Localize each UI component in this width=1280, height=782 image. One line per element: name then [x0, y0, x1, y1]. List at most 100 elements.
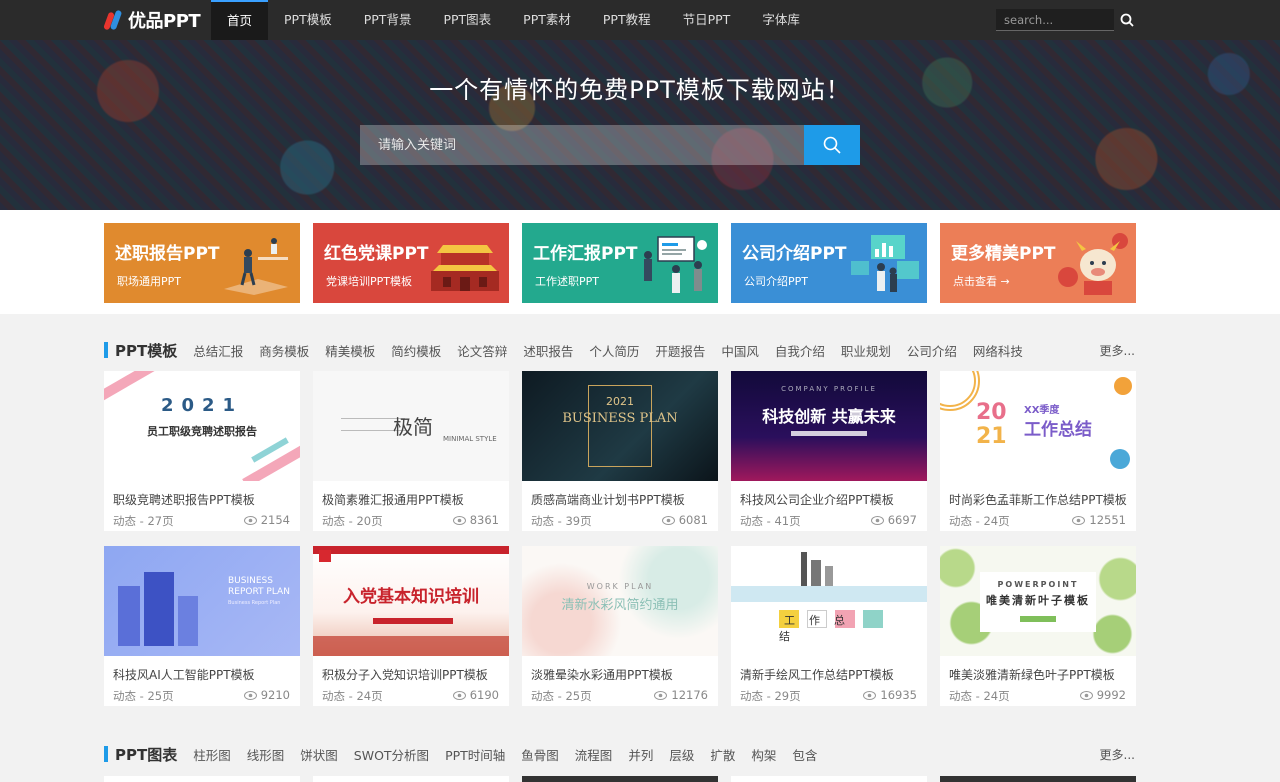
nav-ppt-charts[interactable]: PPT图表: [427, 0, 507, 40]
template-card[interactable]: 2021 BUSINESS PLAN 质感高端商业计划书PPT模板 动态 - 3…: [522, 371, 718, 531]
section-title[interactable]: PPT图表: [115, 744, 177, 765]
logo-icon: [103, 8, 124, 32]
template-card-peek[interactable]: [104, 776, 300, 782]
card-title: 淡雅晕染水彩通用PPT模板: [531, 668, 673, 682]
template-card-peek[interactable]: [313, 776, 509, 782]
views-count: 9210: [260, 688, 290, 702]
banner-title: 更多精美PPT: [951, 244, 1056, 264]
hero-banner: 一个有情怀的免费PPT模板下载网站！: [0, 40, 1280, 210]
tag-exquisite[interactable]: 精美模板: [325, 341, 375, 360]
tag-timeline[interactable]: PPT时间轴: [445, 745, 505, 764]
nav-ppt-backgrounds[interactable]: PPT背景: [348, 0, 428, 40]
views-count: 8361: [469, 513, 499, 527]
eye-icon: [452, 690, 466, 700]
tag-contain[interactable]: 包含: [792, 745, 817, 764]
tag-swot[interactable]: SWOT分析图: [354, 745, 429, 764]
section-title[interactable]: PPT模板: [115, 340, 177, 361]
search-icon[interactable]: [1120, 13, 1134, 27]
card-thumbnail: POWERPOINT 唯美清新叶子模板: [940, 546, 1136, 656]
thumb-heading: 工作总结: [779, 614, 859, 643]
tag-self-intro[interactable]: 自我介绍: [775, 341, 825, 360]
banner-title: 工作汇报PPT: [533, 244, 638, 264]
more-link[interactable]: 更多...: [1100, 342, 1135, 359]
card-views: 16935: [863, 688, 917, 702]
card-thumbnail: BUSINESS REPORT PLAN Business Report Pla…: [104, 546, 300, 656]
tag-business[interactable]: 商务模板: [259, 341, 309, 360]
template-card-peek[interactable]: [731, 776, 927, 782]
card-thumbnail: 极简 MINIMAL STYLE: [313, 371, 509, 481]
template-card[interactable]: 工作总结 清新手绘风工作总结PPT模板 动态 - 29页 16935: [731, 546, 927, 706]
section-ppt-charts-header: PPT图表 柱形图 线形图 饼状图 SWOT分析图 PPT时间轴 鱼骨图 流程图…: [104, 744, 1135, 764]
eye-icon: [661, 515, 675, 525]
hero-title: 一个有情怀的免费PPT模板下载网站！: [429, 76, 851, 104]
banner-work-report[interactable]: 工作汇报PPT 工作述职PPT: [522, 223, 718, 303]
template-card[interactable]: POWERPOINT 唯美清新叶子模板 唯美淡雅清新绿色叶子PPT模板 动态 -…: [940, 546, 1136, 706]
tag-fishbone[interactable]: 鱼骨图: [521, 745, 559, 764]
card-thumbnail: WORK PLAN 清新水彩风简约通用: [522, 546, 718, 656]
card-meta: 动态 - 25页: [531, 689, 592, 703]
card-meta: 动态 - 25页: [113, 689, 174, 703]
thumb-subheading: 2021: [606, 395, 634, 408]
tag-bar-chart[interactable]: 柱形图: [193, 745, 231, 764]
thumb-heading: BUSINESS PLAN: [562, 411, 678, 426]
template-card-peek[interactable]: [522, 776, 718, 782]
hero-search-input[interactable]: [360, 125, 804, 165]
nav-holiday-ppt[interactable]: 节日PPT: [667, 0, 747, 40]
banner-party[interactable]: 红色党课PPT 党课培训PPT模板: [313, 223, 509, 303]
card-title: 时尚彩色孟菲斯工作总结PPT模板: [949, 493, 1127, 507]
tag-tech[interactable]: 网络科技: [973, 341, 1023, 360]
template-card[interactable]: 20 21 XX季度 工作总结 时尚彩色孟菲斯工作总结PPT模板 动态 - 24页…: [940, 371, 1136, 531]
tag-flowchart[interactable]: 流程图: [575, 745, 613, 764]
nav-fonts[interactable]: 字体库: [746, 0, 816, 40]
card-views: 12176: [654, 688, 708, 702]
logo-text: 优品PPT: [128, 11, 201, 32]
nav-ppt-templates[interactable]: PPT模板: [268, 0, 348, 40]
banner-more[interactable]: 更多精美PPT 点击查看 →: [940, 223, 1136, 303]
tag-thesis[interactable]: 论文答辩: [457, 341, 507, 360]
tag-proposal[interactable]: 开题报告: [655, 341, 705, 360]
template-card[interactable]: COMPANY PROFILE 科技创新 共赢未来 科技风公司企业介绍PPT模板…: [731, 371, 927, 531]
tag-parallel[interactable]: 并列: [628, 745, 653, 764]
views-count: 9992: [1096, 688, 1126, 702]
tag-line-chart[interactable]: 线形图: [247, 745, 285, 764]
template-card[interactable]: 2021 员工职级竞聘述职报告 职级竞聘述职报告PPT模板 动态 - 27页 2…: [104, 371, 300, 531]
tag-pie-chart[interactable]: 饼状图: [300, 745, 338, 764]
top-search-input[interactable]: [996, 9, 1114, 31]
banner-subtitle: 党课培训PPT模板: [326, 275, 412, 288]
template-card[interactable]: BUSINESS REPORT PLAN Business Report Pla…: [104, 546, 300, 706]
thumb-subheading: XX季度: [1024, 405, 1060, 416]
hero-search-button[interactable]: [804, 125, 860, 165]
tiananmen-icon: [431, 245, 499, 291]
tag-chinese-style[interactable]: 中国风: [721, 341, 759, 360]
views-count: 12176: [671, 688, 708, 702]
more-link[interactable]: 更多...: [1100, 746, 1135, 763]
tag-resume[interactable]: 个人简历: [589, 341, 639, 360]
card-title: 职级竞聘述职报告PPT模板: [113, 493, 255, 507]
views-count: 12551: [1089, 513, 1126, 527]
tag-hierarchy[interactable]: 层级: [669, 745, 694, 764]
nav-home[interactable]: 首页: [211, 0, 269, 40]
nav-ppt-tutorials[interactable]: PPT教程: [587, 0, 667, 40]
tag-company[interactable]: 公司介绍: [907, 341, 957, 360]
template-card[interactable]: 极简 MINIMAL STYLE 极简素雅汇报通用PPT模板 动态 - 20页 …: [313, 371, 509, 531]
thumb-heading: 唯美清新叶子模板: [986, 594, 1090, 607]
section-accent-bar: [104, 342, 108, 358]
banner-company[interactable]: 公司介绍PPT 公司介绍PPT: [731, 223, 927, 303]
card-thumbnail: 2021 BUSINESS PLAN: [522, 371, 718, 481]
eye-icon: [654, 690, 668, 700]
tag-simple[interactable]: 简约模板: [391, 341, 441, 360]
template-card[interactable]: WORK PLAN 清新水彩风简约通用 淡雅晕染水彩通用PPT模板 动态 - 2…: [522, 546, 718, 706]
tag-structure[interactable]: 构架: [751, 745, 776, 764]
site-logo[interactable]: 优品PPT: [103, 8, 201, 32]
views-count: 6190: [469, 688, 499, 702]
tag-diffusion[interactable]: 扩散: [710, 745, 735, 764]
tag-career[interactable]: 职业规划: [841, 341, 891, 360]
search-icon: [823, 136, 841, 154]
nav-ppt-materials[interactable]: PPT素材: [507, 0, 587, 40]
template-card-peek[interactable]: [940, 776, 1136, 782]
tag-report[interactable]: 述职报告: [523, 341, 573, 360]
card-views: 9210: [243, 688, 290, 702]
tag-summary[interactable]: 总结汇报: [193, 341, 243, 360]
template-card[interactable]: 入党基本知识培训 积极分子入党知识培训PPT模板 动态 - 24页 6190: [313, 546, 509, 706]
banner-report[interactable]: 述职报告PPT 职场通用PPT: [104, 223, 300, 303]
